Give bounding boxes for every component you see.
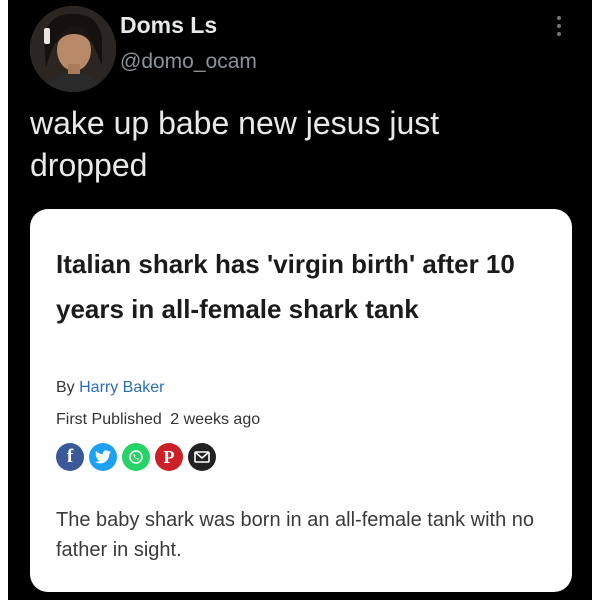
whatsapp-icon[interactable] <box>122 443 150 471</box>
twitter-icon[interactable] <box>89 443 117 471</box>
more-options-button[interactable] <box>552 16 566 46</box>
dot-icon <box>557 24 561 28</box>
user-handle[interactable]: @domo_ocam <box>120 50 257 74</box>
facebook-icon[interactable]: f <box>56 443 84 471</box>
envelope-icon <box>194 451 210 463</box>
pinterest-icon[interactable]: P <box>155 443 183 471</box>
tweet-text: wake up babe new jesus just dropped <box>30 105 440 183</box>
email-icon[interactable] <box>188 443 216 471</box>
published-label: First Published <box>56 411 162 428</box>
tweet: Doms Ls @domo_ocam wake up babe new jesu… <box>8 0 592 600</box>
article-card[interactable]: Italian shark has 'virgin birth' after 1… <box>30 209 572 592</box>
avatar-image <box>30 6 116 92</box>
author-link[interactable]: Harry Baker <box>79 379 164 396</box>
screenshot-frame: Doms Ls @domo_ocam wake up babe new jesu… <box>0 0 600 600</box>
published-info: First Published 2 weeks ago <box>56 411 260 429</box>
display-name[interactable]: Doms Ls <box>120 12 217 39</box>
whatsapp-phone-icon <box>129 450 143 464</box>
article-byline: By Harry Baker <box>56 379 164 397</box>
share-buttons: f P <box>56 443 216 475</box>
dot-icon <box>557 16 561 20</box>
twitter-bird-icon <box>95 450 111 464</box>
article-headline: Italian shark has 'virgin birth' after 1… <box>56 249 515 324</box>
avatar[interactable] <box>30 6 116 92</box>
article-summary: The baby shark was born in an all-female… <box>56 509 535 561</box>
dot-icon <box>557 32 561 36</box>
published-value: 2 weeks ago <box>170 411 261 428</box>
byline-prefix: By <box>56 379 75 396</box>
